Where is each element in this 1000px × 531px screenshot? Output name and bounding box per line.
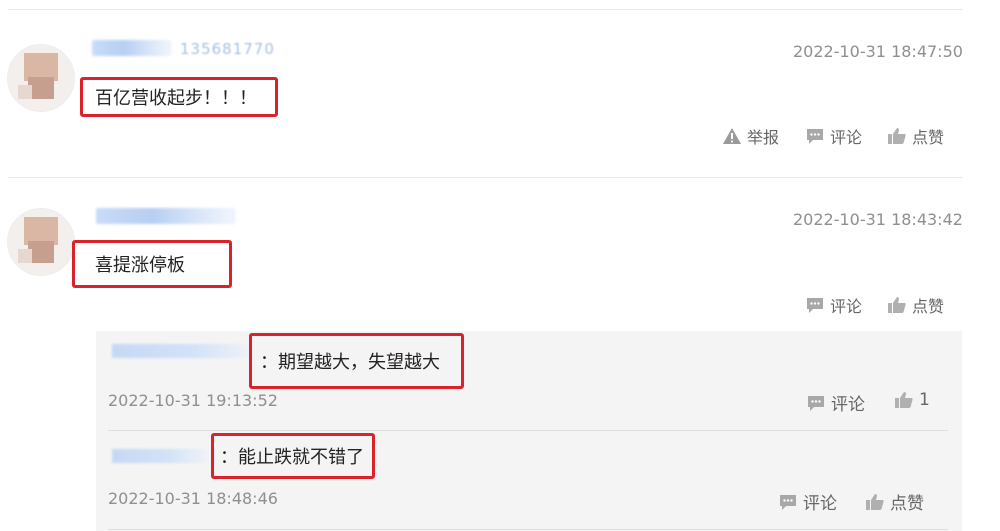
reply-like-button[interactable]: 1 [894, 390, 930, 410]
username[interactable]: 135681770 [180, 40, 275, 58]
comment-label: 评论 [830, 297, 863, 316]
report-label: 举报 [747, 128, 780, 147]
top-divider [8, 9, 963, 10]
username-blurred[interactable] [92, 40, 172, 56]
comment-divider [8, 177, 963, 178]
reply-timestamp: 2022-10-31 19:13:52 [108, 391, 278, 410]
like-label: 点赞 [912, 297, 945, 316]
report-button[interactable]: 举报 [722, 124, 779, 148]
avatar[interactable] [7, 208, 75, 276]
thumbs-up-icon [888, 297, 906, 313]
reply-comment-button[interactable]: 评论 [778, 489, 837, 514]
username-blurred[interactable] [96, 208, 236, 224]
comment-text: 百亿营收起步！！！ [80, 77, 278, 117]
reply-like-button[interactable]: 点赞 [865, 489, 924, 514]
thumbs-up-icon [895, 392, 913, 408]
reply-text: ：能止跌就不错了 [211, 433, 375, 479]
comment-text: 喜提涨停板 [72, 240, 232, 288]
like-button[interactable]: 点赞 [887, 293, 944, 317]
speech-bubble-icon [807, 298, 823, 313]
reply-comment-label: 评论 [831, 395, 865, 415]
reply-divider [108, 529, 948, 530]
comment-timestamp: 2022-10-31 18:43:42 [793, 210, 963, 229]
speech-bubble-icon [808, 395, 824, 411]
warning-triangle-icon [723, 128, 741, 144]
like-button[interactable]: 点赞 [887, 124, 944, 148]
reply-divider [108, 430, 948, 431]
reply-like-count: 1 [919, 390, 930, 410]
reply-username-blurred[interactable] [112, 449, 208, 463]
comment-text-content: 喜提涨停板 [95, 255, 185, 276]
reply-like-label: 点赞 [890, 494, 924, 514]
reply-timestamp: 2022-10-31 18:48:46 [108, 489, 278, 508]
reply-comment-label: 评论 [803, 494, 837, 514]
reply-text-content: ：期望越大，失望越大 [260, 352, 440, 373]
reply-username-blurred[interactable] [112, 344, 252, 358]
thumbs-up-icon [866, 493, 884, 510]
avatar[interactable] [7, 44, 75, 112]
comment-text-content: 百亿营收起步！！！ [95, 88, 257, 109]
speech-bubble-icon [807, 129, 823, 144]
comment-timestamp: 2022-10-31 18:47:50 [793, 42, 963, 61]
reply-text-content: ：能止跌就不错了 [220, 447, 364, 468]
comment-label: 评论 [830, 128, 863, 147]
comment-button[interactable]: 评论 [805, 293, 862, 317]
reply-comment-button[interactable]: 评论 [806, 390, 865, 415]
thumbs-up-icon [888, 128, 906, 144]
speech-bubble-icon [780, 494, 796, 510]
comment-button[interactable]: 评论 [805, 124, 862, 148]
reply-text: ：期望越大，失望越大 [249, 333, 464, 389]
like-label: 点赞 [912, 128, 945, 147]
